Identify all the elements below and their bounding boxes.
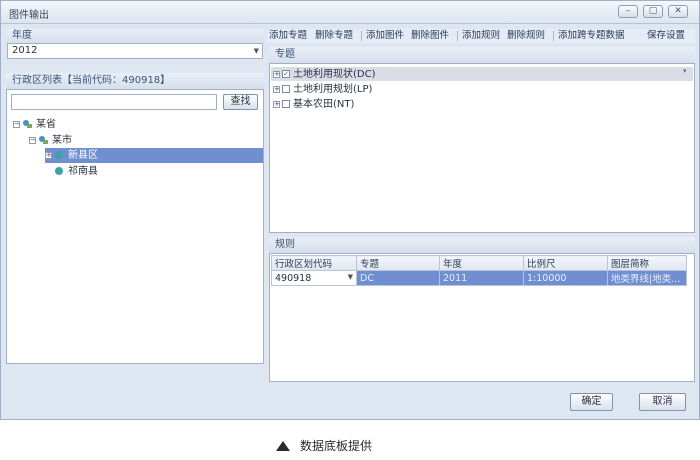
delete-rule-button[interactable]: 删除规则 xyxy=(507,29,545,43)
toolbar: 添加专题 删除专题 添加图件 删除图件 添加规则 删除规则 添加跨专题数据 保存… xyxy=(267,29,695,43)
toolbar-separator xyxy=(361,31,362,41)
topic-checkbox[interactable] xyxy=(282,100,290,108)
save-settings-button[interactable]: 保存设置 xyxy=(647,29,685,43)
ok-button[interactable]: 确定 xyxy=(570,393,613,411)
topic-label: 专题 xyxy=(275,49,295,60)
chevron-down-icon[interactable]: ▼ xyxy=(348,273,353,281)
region-code-cell[interactable]: 490918 ▼ xyxy=(271,270,357,286)
column-header[interactable]: 图层简称 xyxy=(607,255,687,271)
maximize-icon[interactable]: ▢ xyxy=(643,5,663,18)
add-map-button[interactable]: 添加图件 xyxy=(366,29,404,43)
toolbar-separator xyxy=(457,31,458,41)
search-button[interactable]: 查找 xyxy=(223,94,258,110)
region-search-input[interactable] xyxy=(11,94,217,110)
column-header[interactable]: 年度 xyxy=(439,255,524,271)
table-cell[interactable]: DC xyxy=(356,270,440,286)
tree-node-county[interactable]: 祁南县 xyxy=(45,164,98,179)
caption-text: 数据底板提供 xyxy=(300,439,373,453)
topic-item-nt[interactable]: + 基本农田(NT) xyxy=(273,97,354,112)
year-select[interactable]: 2012 ▼ xyxy=(7,43,263,59)
expand-icon[interactable]: + xyxy=(273,100,280,108)
topic-checkbox-checked[interactable]: ✓ xyxy=(282,70,290,78)
topic-item-label: 土地利用规划(LP) xyxy=(293,84,373,95)
table-row[interactable]: 490918 ▼ DC 2011 1:10000 地类界线|地类... xyxy=(271,270,687,286)
cancel-button[interactable]: 取消 xyxy=(639,393,686,411)
region-node-icon xyxy=(39,136,48,144)
topic-checkbox[interactable] xyxy=(282,85,290,93)
add-rule-button[interactable]: 添加规则 xyxy=(462,29,500,43)
column-header[interactable]: 行政区划代码 xyxy=(271,255,357,271)
chevron-down-icon: ▼ xyxy=(253,47,259,55)
topic-header: 专题 xyxy=(269,47,695,63)
table-cell[interactable]: 1:10000 xyxy=(523,270,608,286)
close-icon[interactable]: ✕ xyxy=(668,5,688,18)
region-node-icon xyxy=(55,151,63,159)
add-topic-button[interactable]: 添加专题 xyxy=(269,29,307,43)
rules-table: 行政区划代码 专题 年度 比例尺 图层简称 490918 ▼ DC 2011 1:… xyxy=(271,255,687,286)
window-title: 图件输出 xyxy=(9,10,49,21)
toolbar-separator xyxy=(553,31,554,41)
table-cell[interactable]: 地类界线|地类... xyxy=(607,270,687,286)
title-bar[interactable]: 图件输出 – ▢ ✕ xyxy=(1,1,699,24)
add-cross-topic-data-button[interactable]: 添加跨专题数据 xyxy=(558,29,625,43)
region-header: 行政区列表【当前代码：490918】 xyxy=(6,73,264,89)
column-header[interactable]: 比例尺 xyxy=(523,255,608,271)
tree-node-province[interactable]: − 某省 xyxy=(13,117,56,132)
table-header-row: 行政区划代码 专题 年度 比例尺 图层简称 xyxy=(271,255,687,271)
delete-topic-button[interactable]: 删除专题 xyxy=(315,29,353,43)
topic-item-dc[interactable]: + ✓ 土地利用现状(DC) xyxy=(273,67,376,82)
year-value: 2012 xyxy=(12,45,38,56)
topic-item-label: 基本农田(NT) xyxy=(293,99,355,110)
expand-icon[interactable]: + xyxy=(45,151,52,159)
region-label: 行政区列表【当前代码：490918】 xyxy=(12,75,171,86)
tree-node-city[interactable]: − 某市 xyxy=(29,133,72,148)
region-node-icon xyxy=(55,167,63,175)
year-header: 年度 xyxy=(6,29,264,43)
triangle-icon xyxy=(276,441,290,451)
column-header[interactable]: 专题 xyxy=(356,255,440,271)
rules-label: 规则 xyxy=(275,239,295,250)
tree-node-district-selected[interactable]: + 新县区 xyxy=(45,148,98,163)
rules-header: 规则 xyxy=(269,237,695,253)
tree-node-label: 某市 xyxy=(52,135,72,146)
topic-item-lp[interactable]: + 土地利用规划(LP) xyxy=(273,82,372,97)
tree-node-label: 某省 xyxy=(36,119,56,130)
dropdown-arrow-icon: ▾ xyxy=(683,67,687,75)
year-label: 年度 xyxy=(12,30,32,41)
collapse-icon[interactable]: − xyxy=(29,136,36,144)
expand-icon[interactable]: + xyxy=(273,70,280,78)
tree-node-label: 祁南县 xyxy=(68,166,98,177)
region-node-icon xyxy=(23,120,32,128)
topic-item-label: 土地利用现状(DC) xyxy=(293,69,376,80)
figure-caption: 数据底板提供 xyxy=(276,437,372,454)
collapse-icon[interactable]: − xyxy=(13,120,20,128)
table-cell[interactable]: 2011 xyxy=(439,270,524,286)
minimize-icon[interactable]: – xyxy=(618,5,638,18)
expand-icon[interactable]: + xyxy=(273,85,280,93)
export-dialog: 图件输出 – ▢ ✕ 年度 2012 ▼ 行政区列表【当前代码：490918】 … xyxy=(0,0,700,420)
tree-node-label: 新县区 xyxy=(68,150,98,161)
delete-map-button[interactable]: 删除图件 xyxy=(411,29,449,43)
